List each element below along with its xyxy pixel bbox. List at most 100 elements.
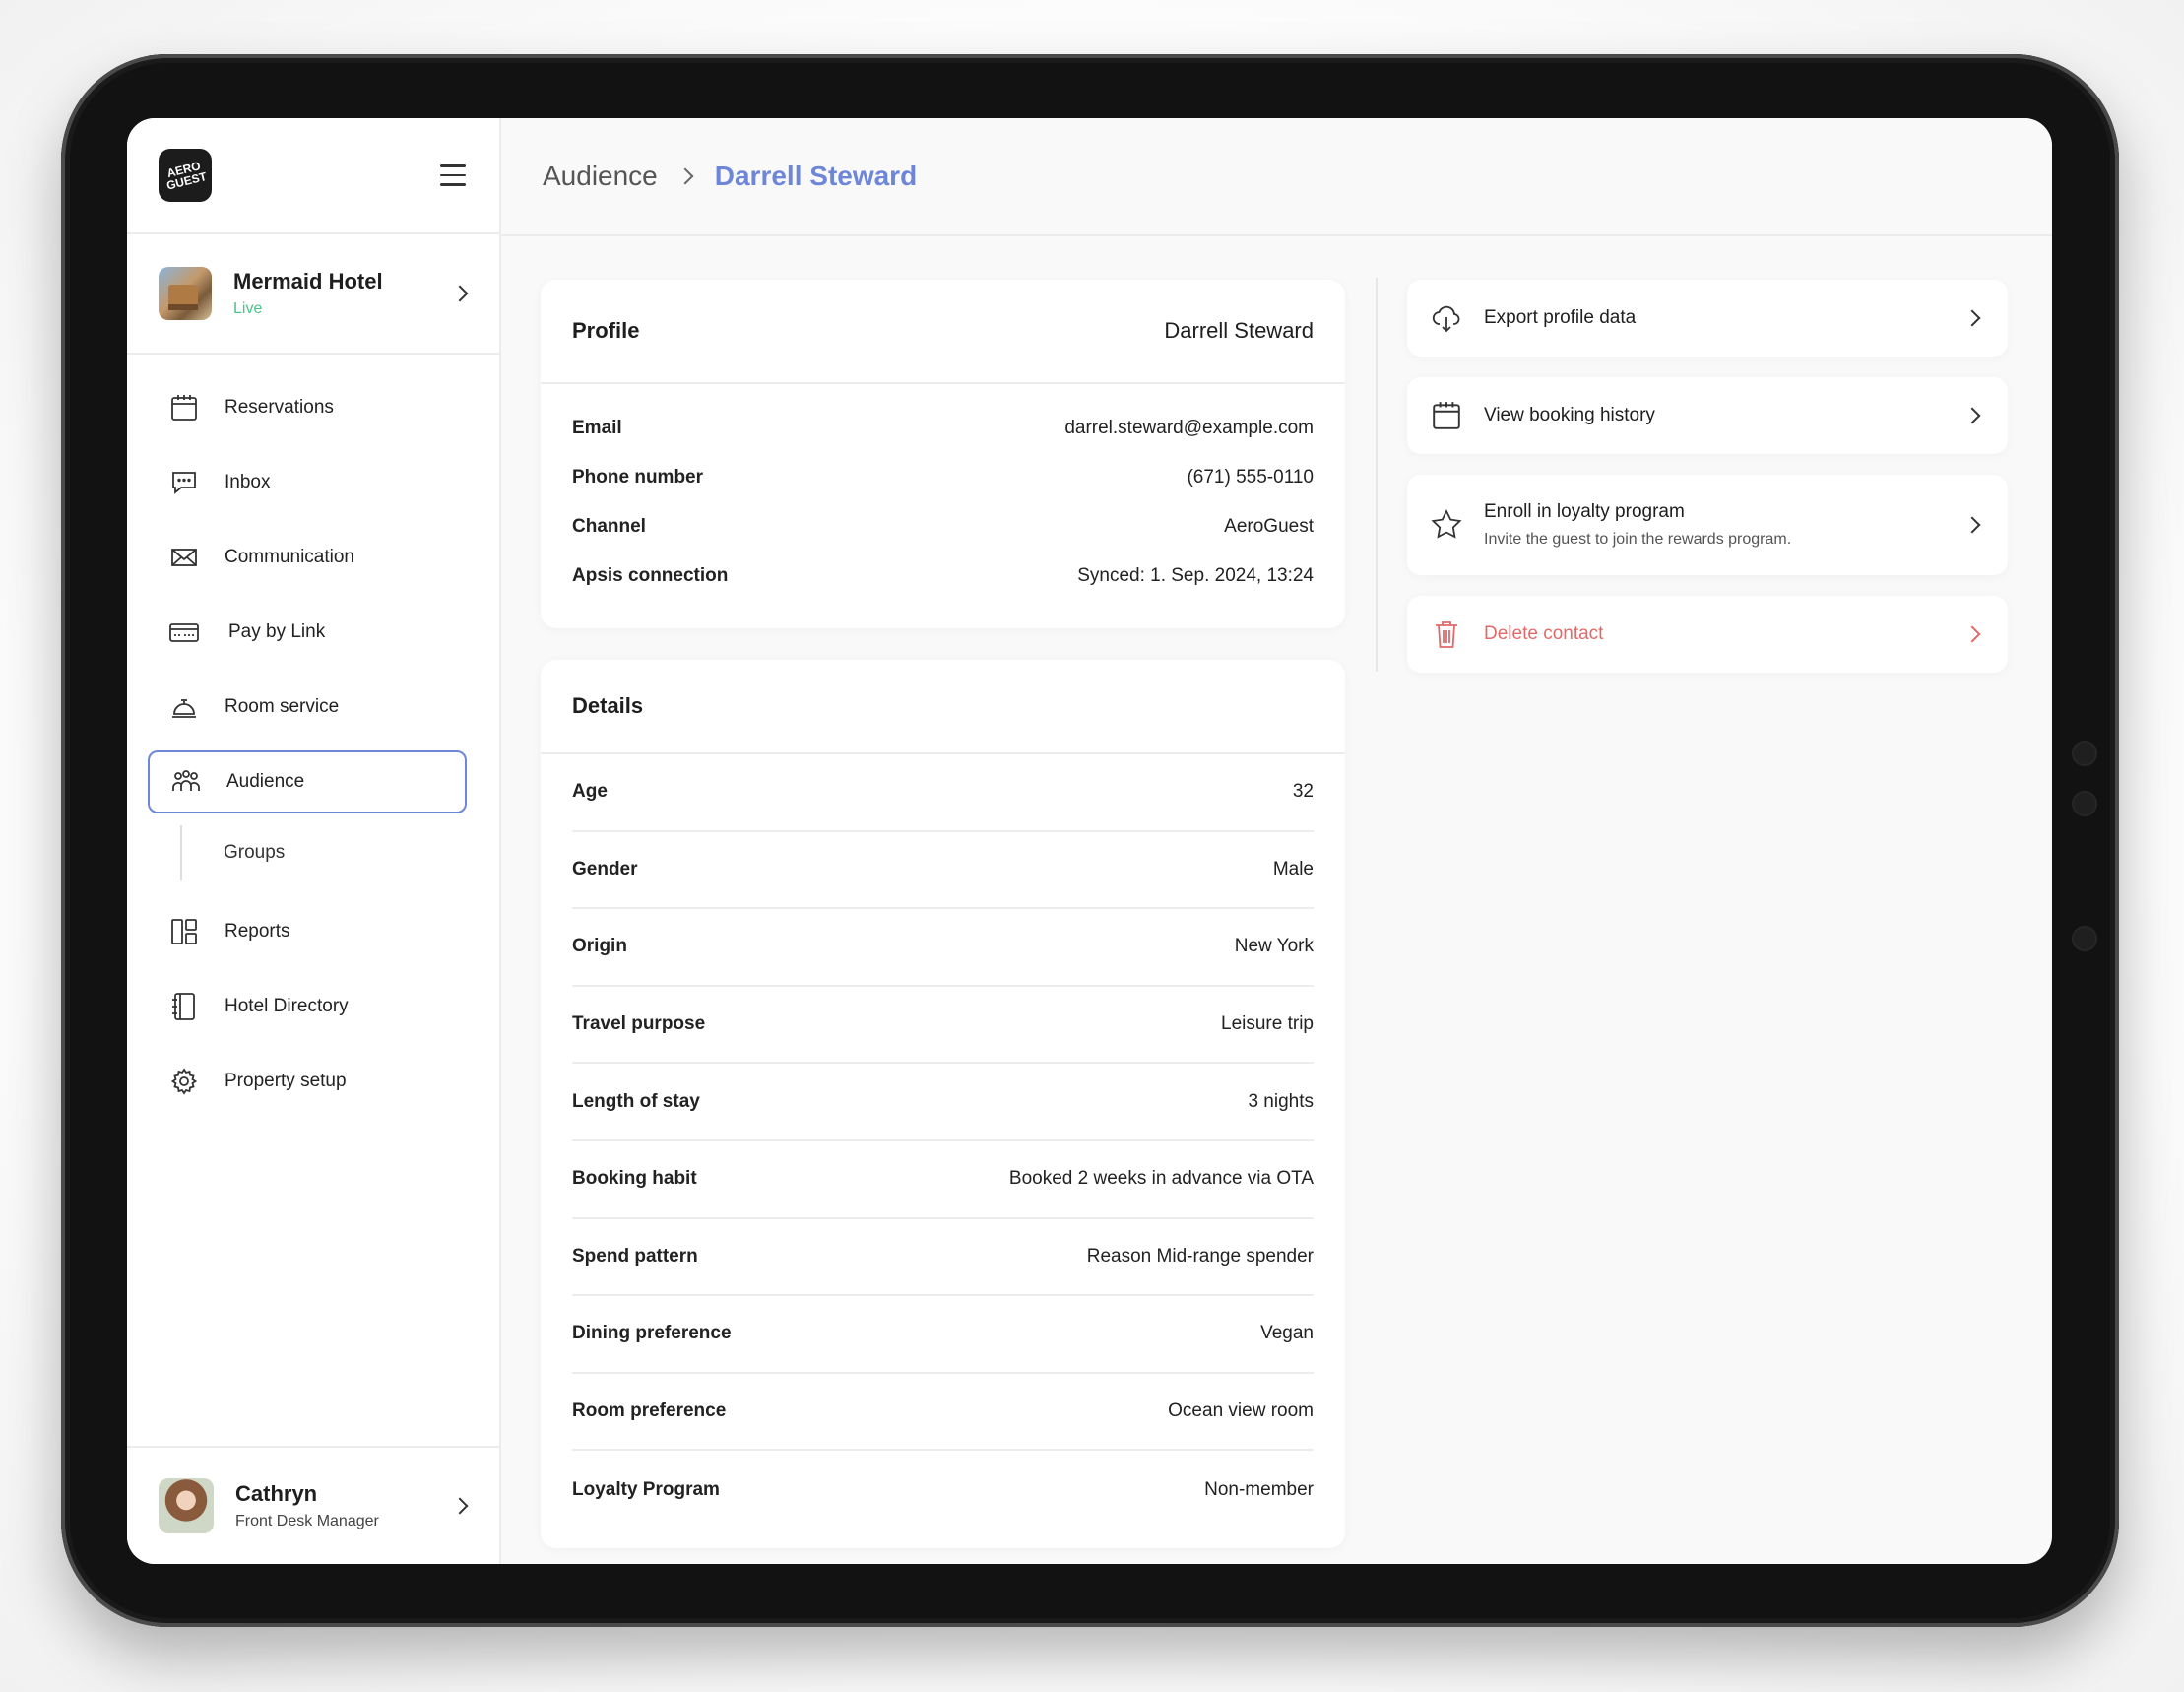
field-value: Reason Mid-range spender xyxy=(1086,1245,1314,1267)
details-row: Travel purpose Leisure trip xyxy=(572,987,1314,1065)
field-value: Booked 2 weeks in advance via OTA xyxy=(1008,1168,1314,1190)
layout-icon xyxy=(167,915,201,948)
sidebar-subitem-groups[interactable]: Groups xyxy=(180,825,499,880)
field-value: Vegan xyxy=(1260,1323,1314,1344)
page-title: Darrell Steward xyxy=(714,161,918,191)
sidebar-item-label: Hotel Directory xyxy=(225,996,349,1016)
profile-field-apsis: Apsis connection Synced: 1. Sep. 2024, 1… xyxy=(572,552,1314,601)
sidebar-item-pay-by-link[interactable]: Pay by Link xyxy=(148,601,467,664)
chevron-right-icon xyxy=(1963,407,1981,424)
profile-field-phone: Phone number (671) 555-0110 xyxy=(572,453,1314,502)
sidebar: AERO GUEST Mermaid Hotel Live Reservatio… xyxy=(127,118,501,1564)
export-profile-data-button[interactable]: Export profile data xyxy=(1407,280,2008,357)
chevron-right-icon xyxy=(451,1497,469,1515)
breadcrumb: Audience Darrell Steward xyxy=(501,118,2052,236)
field-label: Apsis connection xyxy=(572,565,729,586)
field-label: Gender xyxy=(572,858,638,879)
chevron-right-icon xyxy=(451,285,469,302)
field-value: Non-member xyxy=(1204,1478,1314,1500)
details-card: Details Age 32 Gender Male Origin New York … xyxy=(541,660,1345,1548)
field-value: Male xyxy=(1272,858,1314,879)
field-label: Age xyxy=(572,781,608,803)
user-name: Cathryn xyxy=(235,1481,318,1506)
sidebar-item-audience[interactable]: Audience xyxy=(148,750,467,813)
details-row: Spend pattern Reason Mid-range spender xyxy=(572,1219,1314,1297)
user-role: Front Desk Manager xyxy=(235,1513,379,1529)
cloud-download-icon xyxy=(1429,300,1464,336)
sidebar-item-communication[interactable]: Communication xyxy=(148,526,467,589)
sidebar-item-label: Reservations xyxy=(225,397,334,418)
sidebar-item-label: Communication xyxy=(225,547,354,567)
details-row: Gender Male xyxy=(572,832,1314,910)
field-label: Booking habit xyxy=(572,1168,697,1190)
field-value: Synced: 1. Sep. 2024, 13:24 xyxy=(1077,565,1314,586)
sidebar-item-label: Property setup xyxy=(225,1071,347,1091)
action-label: View booking history xyxy=(1484,405,1655,425)
details-row: Origin New York xyxy=(572,909,1314,987)
menu-toggle-icon[interactable] xyxy=(440,164,466,186)
avatar xyxy=(159,1478,214,1533)
field-label: Loyalty Program xyxy=(572,1478,720,1500)
app-logo[interactable]: AERO GUEST xyxy=(159,149,212,202)
sidebar-item-hotel-directory[interactable]: Hotel Directory xyxy=(148,975,467,1038)
hotel-avatar xyxy=(159,267,212,320)
card-link-icon xyxy=(167,616,201,649)
hotel-status: Live xyxy=(233,300,263,317)
profile-card-header: Profile Darrell Steward xyxy=(541,280,1345,384)
chat-bubble-icon xyxy=(167,466,201,499)
sidebar-item-inbox[interactable]: Inbox xyxy=(148,451,467,514)
field-value: Leisure trip xyxy=(1221,1013,1314,1035)
chevron-right-icon xyxy=(1963,625,1981,643)
breadcrumb-root-link[interactable]: Audience xyxy=(543,161,658,192)
main-content: Audience Darrell Steward Profile Darrell… xyxy=(501,118,2052,1564)
field-value: darrel.steward@example.com xyxy=(1064,418,1314,438)
field-value: Ocean view room xyxy=(1168,1400,1314,1422)
field-label: Travel purpose xyxy=(572,1013,706,1035)
sidebar-item-label: Pay by Link xyxy=(228,621,326,642)
details-row: Age 32 xyxy=(572,754,1314,832)
logo-text: AERO GUEST xyxy=(164,159,209,193)
action-label: Delete contact xyxy=(1484,623,1604,644)
sidebar-item-reports[interactable]: Reports xyxy=(148,900,467,963)
field-value: (671) 555-0110 xyxy=(1187,467,1314,488)
sidebar-item-reservations[interactable]: Reservations xyxy=(148,376,467,439)
field-label: Spend pattern xyxy=(572,1245,698,1267)
notebook-icon xyxy=(167,990,201,1023)
enroll-loyalty-button[interactable]: Enroll in loyalty program Invite the gue… xyxy=(1407,475,2008,575)
chevron-right-icon xyxy=(1963,516,1981,534)
field-value: AeroGuest xyxy=(1224,516,1314,537)
view-booking-history-button[interactable]: View booking history xyxy=(1407,377,2008,454)
details-row: Booking habit Booked 2 weeks in advance v… xyxy=(572,1141,1314,1219)
sidebar-item-label: Inbox xyxy=(225,472,271,492)
hotel-switcher[interactable]: Mermaid Hotel Live xyxy=(127,234,499,355)
details-row: Dining preference Vegan xyxy=(572,1296,1314,1374)
field-label: Phone number xyxy=(572,467,704,488)
profile-field-email: Email darrel.steward@example.com xyxy=(572,404,1314,453)
people-icon xyxy=(169,765,203,799)
app-screen: AERO GUEST Mermaid Hotel Live Reservatio… xyxy=(127,118,2052,1564)
sidebar-header: AERO GUEST xyxy=(127,118,499,234)
side-sensor-icon xyxy=(2072,791,2097,816)
column-divider xyxy=(1376,278,1378,672)
field-label: Email xyxy=(572,418,622,438)
field-label: Origin xyxy=(572,936,627,957)
details-row: Room preference Ocean view room xyxy=(572,1374,1314,1452)
details-card-title: Details xyxy=(572,693,644,718)
service-bell-icon xyxy=(167,690,201,724)
chevron-right-icon xyxy=(1963,309,1981,327)
calendar-icon xyxy=(167,391,201,424)
field-value: 32 xyxy=(1292,781,1314,803)
delete-contact-button[interactable]: Delete contact xyxy=(1407,596,2008,673)
action-description: Invite the guest to join the rewards pro… xyxy=(1484,531,1792,548)
action-label: Export profile data xyxy=(1484,307,1637,328)
sidebar-item-label: Reports xyxy=(225,921,290,942)
profile-guest-name: Darrell Steward xyxy=(1164,318,1314,343)
profile-card-title: Profile xyxy=(572,318,640,343)
sidebar-item-property-setup[interactable]: Property setup xyxy=(148,1050,467,1113)
action-label: Enroll in loyalty program xyxy=(1484,501,1685,522)
side-sensor-icon xyxy=(2072,926,2097,951)
sidebar-item-room-service[interactable]: Room service xyxy=(148,676,467,739)
star-icon xyxy=(1429,507,1464,543)
gear-icon xyxy=(167,1065,201,1098)
user-profile-menu[interactable]: Cathryn Front Desk Manager xyxy=(127,1446,499,1564)
